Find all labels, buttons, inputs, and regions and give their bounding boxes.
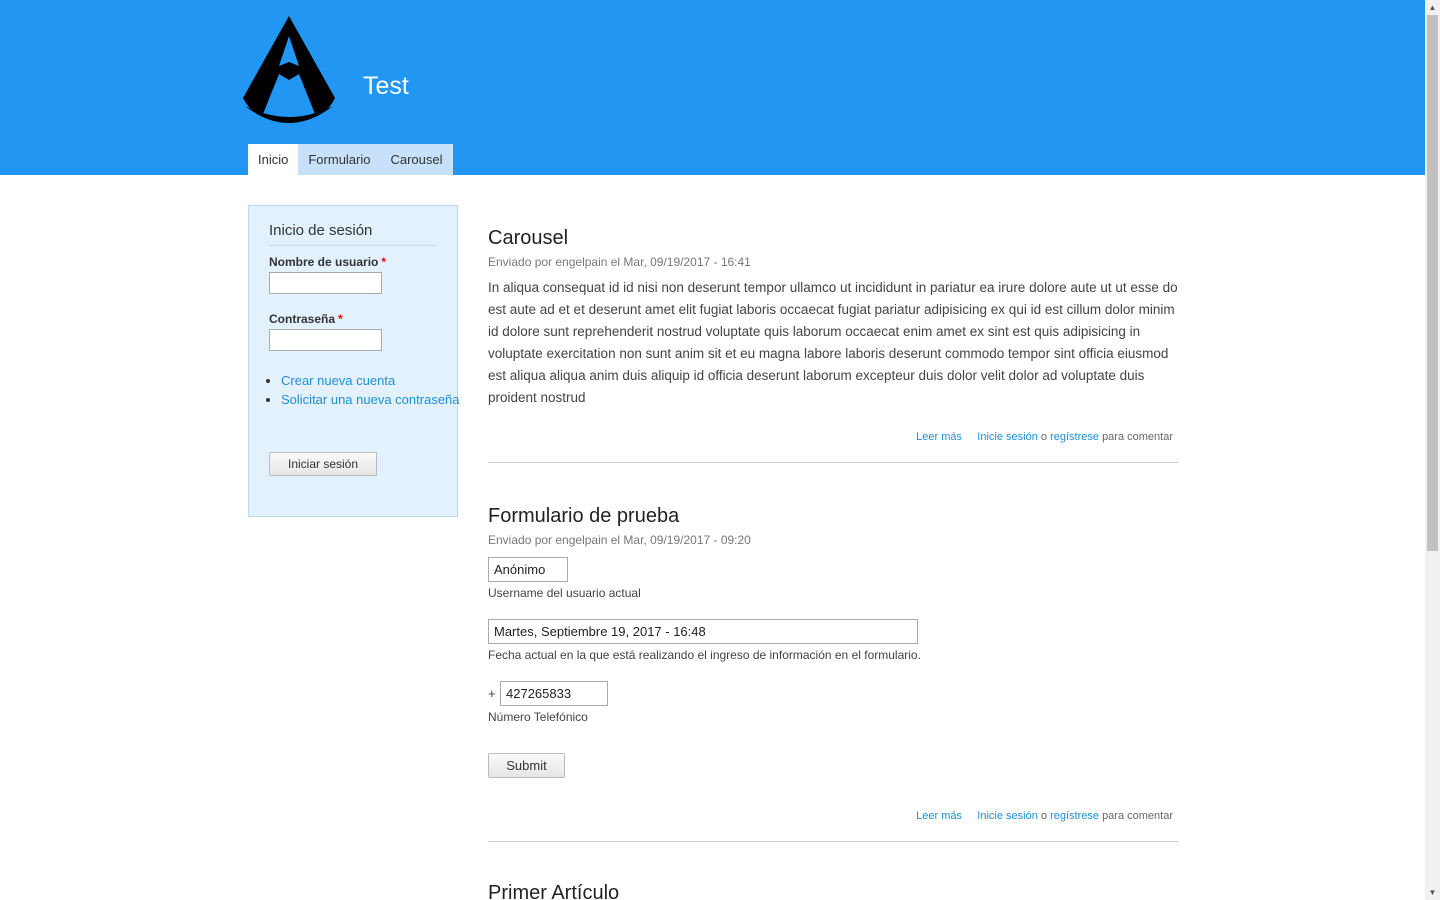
article-submitted: Enviado por engelpain el Mar, 09/19/2017… [488, 533, 751, 547]
tab-formulario[interactable]: Formulario [298, 144, 380, 175]
login-links: Crear nueva cuenta Solicitar una nueva c… [269, 372, 461, 410]
password-label-text: Contraseña [269, 312, 336, 326]
article-title[interactable]: Formulario de prueba [488, 505, 1178, 528]
scroll-down-arrow-icon[interactable]: ▼ [1425, 885, 1440, 900]
read-more-link[interactable]: Leer más [916, 431, 962, 443]
required-mark: * [381, 255, 387, 269]
divider [488, 462, 1178, 463]
tab-carousel[interactable]: Carousel [380, 144, 452, 175]
login-link[interactable]: Inicie sesión [977, 810, 1038, 822]
register-link[interactable]: regístrese [1050, 431, 1099, 443]
divider [488, 841, 1178, 842]
list-item: Solicitar una nueva contraseña [281, 391, 461, 408]
required-mark: * [338, 312, 343, 326]
site-name[interactable]: Test [363, 72, 409, 101]
tab-inicio[interactable]: Inicio [248, 144, 299, 175]
request-password-link[interactable]: Solicitar una nueva contraseña [281, 392, 460, 407]
article-submitted: Enviado por engelpain el Mar, 09/19/2017… [488, 255, 751, 269]
password-input[interactable] [269, 329, 382, 351]
scroll-thumb[interactable] [1427, 15, 1438, 551]
password-label: Contraseña * [269, 312, 343, 326]
login-link[interactable]: Inicie sesión [977, 431, 1038, 443]
username-field[interactable]: Anónimo [488, 557, 568, 582]
scroll-up-arrow-icon[interactable]: ▲ [1425, 0, 1440, 15]
list-item: Crear nueva cuenta [281, 372, 461, 389]
article-body: In aliqua consequat id id nisi non deser… [488, 280, 1178, 405]
login-block: Inicio de sesión Nombre de usuario * Cont… [248, 205, 461, 517]
read-more-link[interactable]: Leer más [916, 810, 962, 822]
submit-button[interactable]: Submit [488, 753, 565, 778]
main-menu: Inicio Formulario Carousel [248, 144, 453, 175]
article-links: Leer más Inicie sesión o regístrese para… [916, 810, 1173, 822]
login-button[interactable]: Iniciar sesión [269, 452, 377, 476]
comment-text: para comentar [1102, 431, 1173, 443]
comment-text: para comentar [1102, 810, 1173, 822]
article-title[interactable]: Carousel [488, 227, 1178, 250]
username-input[interactable] [269, 272, 382, 294]
register-link[interactable]: regístrese [1050, 810, 1099, 822]
article-links: Leer más Inicie sesión o regístrese para… [916, 431, 1173, 443]
article-primer: Primer Artículo [488, 882, 1178, 900]
username-label: Nombre de usuario * [269, 255, 386, 269]
username-label-text: Nombre de usuario [269, 255, 379, 269]
phone-description: Número Telefónico [488, 710, 588, 724]
article-carousel: Carousel Enviado por engelpain el Mar, 0… [488, 227, 1178, 467]
username-description: Username del usuario actual [488, 586, 641, 600]
create-account-link[interactable]: Crear nueva cuenta [281, 373, 395, 388]
phone-prefix: + [488, 686, 496, 701]
phone-field[interactable]: 427265833 [500, 681, 608, 706]
date-description: Fecha actual en la que está realizando e… [488, 648, 921, 662]
site-header: Test Inicio Formulario Carousel [0, 0, 1425, 175]
page-scrollbar[interactable]: ▲ ▼ [1425, 0, 1440, 900]
page: Test Inicio Formulario Carousel Inicio d… [0, 0, 1425, 900]
article-title[interactable]: Primer Artículo [488, 882, 1178, 900]
date-field[interactable]: Martes, Septiembre 19, 2017 - 16:48 [488, 619, 918, 644]
article-formulario: Formulario de prueba Enviado por engelpa… [488, 505, 1178, 845]
login-title: Inicio de sesión [269, 222, 437, 246]
assassins-creed-logo-icon[interactable] [243, 14, 335, 124]
or-text: o [1040, 810, 1048, 822]
or-text: o [1040, 431, 1048, 443]
